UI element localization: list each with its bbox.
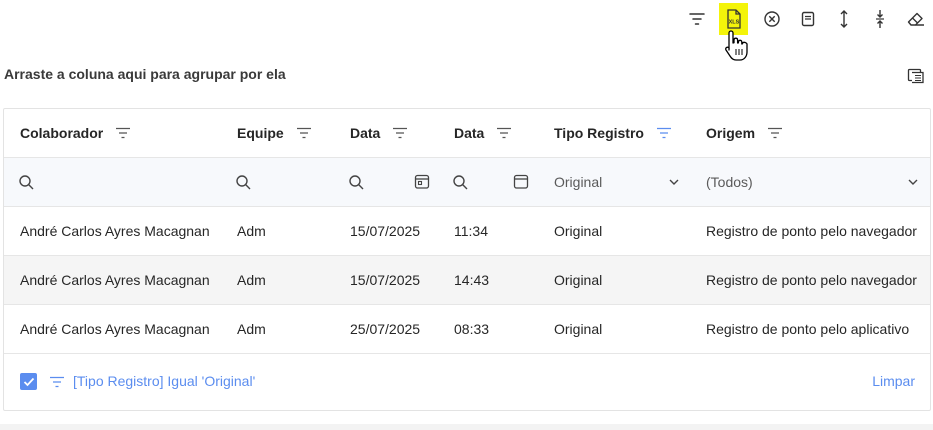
clear-filter-link[interactable]: Limpar <box>872 373 915 389</box>
calendar-icon[interactable] <box>414 173 430 190</box>
cell-colaborador: André Carlos Ayres Macagnan <box>20 223 210 239</box>
column-header-label: Origem <box>706 125 756 141</box>
bottom-divider <box>0 424 933 430</box>
cell-tipo-registro: Original <box>554 321 603 337</box>
header-filter-icon[interactable] <box>767 126 783 140</box>
column-header-label: Tipo Registro <box>554 125 644 141</box>
filter-row: Original (Todos) <box>4 158 930 207</box>
checkmark-icon <box>23 377 34 386</box>
column-header-label: Data <box>454 125 485 141</box>
cell-equipe: Adm <box>237 321 266 337</box>
collapse-all-button[interactable] <box>866 4 894 34</box>
cell-data: 15/07/2025 <box>350 223 421 239</box>
header-filter-icon[interactable] <box>496 126 512 140</box>
cell-hora: 08:33 <box>454 321 490 337</box>
filter-expression-link[interactable]: [Tipo Registro] Igual 'Original' <box>73 373 255 389</box>
cell-equipe: Adm <box>237 223 266 239</box>
search-icon[interactable] <box>235 174 252 191</box>
column-header-colaborador[interactable]: Colaborador <box>20 109 131 157</box>
table-row[interactable]: André Carlos Ayres Macagnan Adm 15/07/20… <box>4 256 930 305</box>
table-row[interactable]: André Carlos Ayres Macagnan Adm 15/07/20… <box>4 207 930 256</box>
expand-all-button[interactable] <box>830 4 858 34</box>
origem-filter-value: (Todos) <box>706 174 753 190</box>
cell-colaborador: André Carlos Ayres Macagnan <box>20 321 210 337</box>
column-header-label: Colaborador <box>20 125 104 141</box>
cell-origem: Registro de ponto pelo navegador <box>706 223 917 239</box>
tipo-registro-filter-value: Original <box>554 174 603 190</box>
document-icon <box>801 11 815 27</box>
clear-circle-icon <box>764 11 780 27</box>
chevron-down-icon[interactable] <box>907 177 919 187</box>
column-header-data[interactable]: Data <box>350 109 408 157</box>
cell-origem: Registro de ponto pelo aplicativo <box>706 321 910 337</box>
table-row[interactable]: André Carlos Ayres Macagnan Adm 25/07/20… <box>4 305 930 354</box>
column-header-tipo-registro[interactable]: Tipo Registro <box>554 109 672 157</box>
search-icon[interactable] <box>452 174 469 191</box>
eraser-button[interactable] <box>902 4 930 34</box>
header-filter-icon[interactable] <box>115 126 131 140</box>
xls-badge: XLS <box>728 20 739 26</box>
grid-toolbar: XLS <box>0 0 933 40</box>
collapse-vertical-icon <box>876 10 884 28</box>
filter-enabled-checkbox[interactable] <box>20 373 37 390</box>
eraser-icon <box>907 12 924 26</box>
data-grid: Colaborador Equipe Data Data Tipo Regist… <box>3 108 931 411</box>
header-filter-icon[interactable] <box>296 126 312 140</box>
column-chooser-icon <box>907 68 924 84</box>
group-panel-hint: Arraste a coluna aqui para agrupar por e… <box>4 66 286 82</box>
cell-tipo-registro: Original <box>554 223 603 239</box>
header-row: Colaborador Equipe Data Data Tipo Regist… <box>4 109 930 158</box>
column-header-origem[interactable]: Origem <box>706 109 783 157</box>
expand-vertical-icon <box>840 10 848 28</box>
calendar-icon[interactable] <box>513 173 529 190</box>
origem-filter-select[interactable]: (Todos) <box>706 158 753 206</box>
cell-colaborador: André Carlos Ayres Macagnan <box>20 272 210 288</box>
export-xls-icon: XLS <box>726 9 741 29</box>
header-filter-icon[interactable] <box>392 126 408 140</box>
column-chooser-button[interactable] <box>904 64 928 88</box>
cell-data: 15/07/2025 <box>350 272 421 288</box>
cell-origem: Registro de ponto pelo navegador <box>706 272 917 288</box>
search-icon[interactable] <box>348 174 365 191</box>
cell-hora: 11:34 <box>454 223 488 239</box>
search-icon[interactable] <box>18 174 35 191</box>
cell-tipo-registro: Original <box>554 272 603 288</box>
column-header-label: Equipe <box>237 125 284 141</box>
column-header-label: Data <box>350 125 381 141</box>
cell-hora: 14:43 <box>454 272 490 288</box>
column-header-equipe[interactable]: Equipe <box>237 109 312 157</box>
filter-icon[interactable] <box>49 375 65 389</box>
column-header-hora[interactable]: Data <box>454 109 512 157</box>
tipo-registro-filter-select[interactable]: Original <box>554 158 602 206</box>
document-button[interactable] <box>794 4 822 34</box>
cell-data: 25/07/2025 <box>350 321 421 337</box>
clear-filter-button[interactable] <box>758 4 786 34</box>
filter-button[interactable] <box>683 4 711 34</box>
filter-icon <box>689 13 705 25</box>
filter-panel: [Tipo Registro] Igual 'Original' Limpar <box>4 354 930 410</box>
export-xls-button[interactable]: XLS <box>719 3 748 35</box>
header-filter-active-icon[interactable] <box>656 126 672 140</box>
cell-equipe: Adm <box>237 272 266 288</box>
chevron-down-icon[interactable] <box>668 177 680 187</box>
